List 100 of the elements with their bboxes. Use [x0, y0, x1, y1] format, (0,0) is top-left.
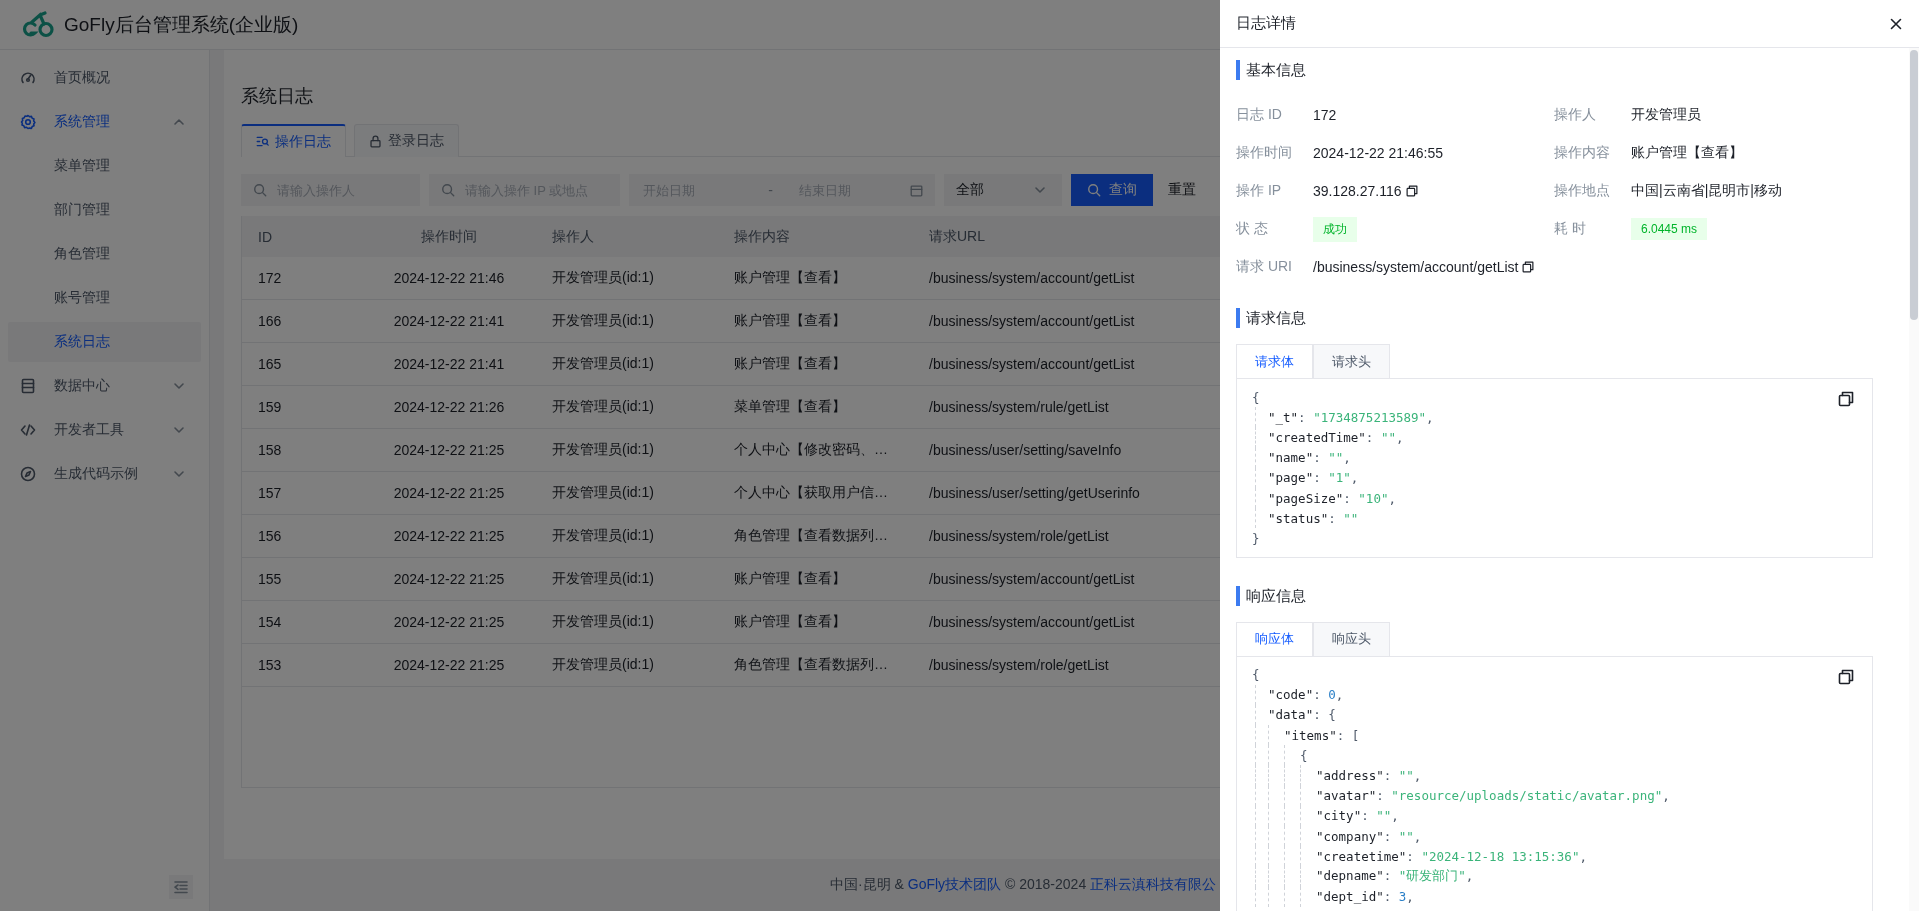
menu-item[interactable]: 系统管理 [8, 102, 201, 142]
tab[interactable]: 请求头 [1313, 344, 1390, 378]
table-cell-text: 2024-12-22 21:46 [392, 270, 506, 286]
table-cell-text: 153 [257, 657, 283, 673]
table-cell-text: 账户管理【查看】 [733, 312, 847, 330]
app-title: GoFly后台管理系统(企业版) [64, 12, 299, 37]
column-header: 操作人 [551, 227, 595, 246]
field-label: 操作地点 [1554, 182, 1611, 200]
footer-link[interactable]: 正科云滇科技有限公 [1090, 876, 1217, 892]
table-cell-text: 158 [257, 442, 283, 458]
tab[interactable]: 操作日志 [241, 124, 346, 157]
copy-icon[interactable] [1522, 261, 1535, 273]
section-title: 响应信息 [1236, 585, 1873, 606]
chevron-icon [173, 468, 185, 480]
table-cell-text: 账户管理【查看】 [733, 613, 847, 631]
table-cell-text: /business/system/account/getList [928, 313, 1136, 329]
code-line: "code": 0, [1268, 687, 1344, 703]
table-cell-text: 开发管理员(id:1) [551, 441, 655, 459]
footer-link[interactable]: GoFly技术团队 [907, 876, 1002, 892]
submenu-item[interactable]: 部门管理 [8, 190, 201, 230]
table-cell-text: 166 [257, 313, 283, 329]
table-cell-text: /business/system/rule/getList [928, 399, 1110, 415]
modal-overlay[interactable] [0, 0, 1220, 911]
menu-item[interactable]: 生成代码示例 [8, 454, 201, 494]
footer-text: 中国·昆明 & GoFly技术团队 © 2018-2024 正科云滇科技有限公 [830, 876, 1217, 894]
table-cell-text: 2024-12-22 21:25 [392, 657, 506, 673]
code-line: "createtime": "2024-12-18 13:15:36", [1316, 848, 1587, 864]
table-cell-text: 157 [257, 485, 283, 501]
code-line: "name": "", [1268, 450, 1351, 466]
code-line: "depname": "研发部门", [1316, 867, 1474, 885]
table-cell-text: 个人中心【获取用户信… [733, 484, 889, 502]
field-value: 中国|云南省|昆明市|移动 [1631, 182, 1782, 200]
table-cell-text: 2024-12-22 21:41 [392, 356, 506, 372]
gear-icon [20, 114, 36, 130]
gauge-icon [20, 70, 36, 86]
field-label: 请求 URI [1236, 258, 1293, 276]
table-cell-text: /business/system/account/getList [928, 571, 1136, 587]
table-cell-text: /business/system/account/getList [928, 270, 1136, 286]
search-icon [1087, 183, 1101, 197]
tab[interactable]: 响应头 [1313, 621, 1390, 656]
chevron-icon [173, 116, 185, 128]
copy-icon[interactable] [1838, 668, 1854, 685]
field-label: 状 态 [1236, 220, 1269, 238]
scrollbar-thumb[interactable] [1910, 50, 1918, 320]
code-icon [20, 422, 36, 438]
table-cell-text: 155 [257, 571, 283, 587]
section-title: 请求信息 [1236, 308, 1873, 328]
table-cell-text: 开发管理员(id:1) [551, 527, 655, 545]
query-button[interactable]: 查询 [1071, 174, 1153, 206]
reset-button[interactable]: 重置 [1162, 174, 1202, 206]
table-cell-text: 2024-12-22 21:25 [392, 614, 506, 630]
select-field[interactable]: 全部 [944, 174, 1062, 206]
tab[interactable]: 请求体 [1236, 344, 1313, 378]
table-cell-text: 开发管理员(id:1) [551, 613, 655, 631]
drawer-title: 日志详情 [1236, 14, 1296, 33]
chevron-icon [173, 380, 185, 392]
table-cell-text: 2024-12-22 21:41 [392, 313, 506, 329]
chevron-icon [1034, 184, 1046, 196]
list-search-icon [256, 135, 269, 148]
field-value: 账户管理【查看】 [1631, 144, 1743, 162]
tab[interactable]: 登录日志 [354, 124, 459, 157]
field-label: 操作时间 [1236, 144, 1293, 162]
table-cell-text: 159 [257, 399, 283, 415]
code-line: "company": "", [1316, 828, 1422, 844]
table-cell-text: 165 [257, 356, 283, 372]
field-value: 开发管理员 [1631, 106, 1701, 124]
submenu-item[interactable]: 账号管理 [8, 278, 201, 318]
search-icon [253, 183, 267, 197]
submenu-item[interactable]: 系统日志 [8, 322, 201, 362]
code-line: "_t": "1734875213589", [1268, 409, 1434, 425]
page-title: 系统日志 [241, 85, 314, 108]
table-cell-text: 2024-12-22 21:25 [392, 528, 506, 544]
column-header: 请求URL [928, 227, 986, 246]
menu-item[interactable]: 开发者工具 [8, 410, 201, 450]
logo-icon [20, 10, 56, 39]
table-cell-text: 2024-12-22 21:26 [392, 399, 506, 415]
table-cell-text: 角色管理【查看数据列… [733, 527, 889, 545]
table-cell-text: /business/user/setting/getUserinfo [928, 485, 1141, 501]
code-line: "dept_id": 3, [1316, 889, 1414, 905]
copy-icon[interactable] [1405, 185, 1418, 197]
status-tag: 6.0445 ms [1631, 218, 1708, 240]
lock-icon [369, 134, 382, 148]
table-cell-text: 172 [257, 270, 283, 286]
copy-icon[interactable] [1838, 391, 1854, 407]
status-tag: 成功 [1313, 216, 1357, 242]
range-separator: - [768, 182, 773, 198]
close-icon[interactable] [1890, 17, 1902, 30]
table-cell-text: 2024-12-22 21:25 [392, 485, 506, 501]
tab[interactable]: 响应体 [1236, 621, 1313, 656]
table-cell-text: 开发管理员(id:1) [551, 312, 655, 330]
code-line: "items": [ [1284, 727, 1360, 743]
table-cell-text: 开发管理员(id:1) [551, 269, 655, 287]
table-cell-text: 个人中心【修改密码、… [733, 441, 889, 459]
submenu-item[interactable]: 角色管理 [8, 234, 201, 274]
field-label: 操作内容 [1554, 144, 1611, 162]
field-value: 39.128.27.116 [1313, 183, 1402, 199]
submenu-item[interactable]: 菜单管理 [8, 146, 201, 186]
menu-item[interactable]: 首页概况 [8, 58, 201, 98]
table-cell-text: 开发管理员(id:1) [551, 355, 655, 373]
menu-item[interactable]: 数据中心 [8, 366, 201, 406]
